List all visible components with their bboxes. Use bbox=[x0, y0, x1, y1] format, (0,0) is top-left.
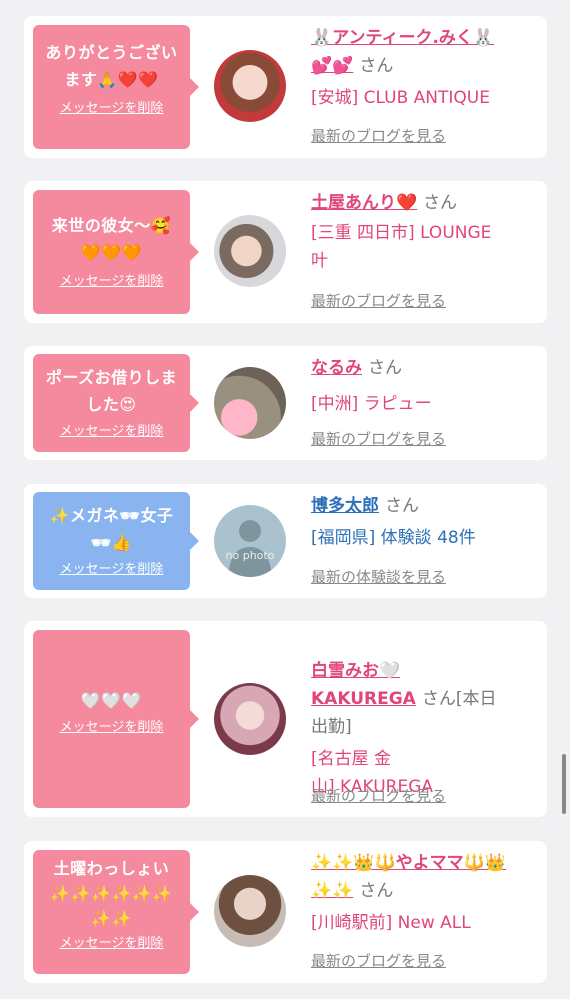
name-line: ✨✨👑🔱やよママ🔱👑 ✨✨ さん bbox=[311, 849, 536, 905]
latest-review-link[interactable]: 最新の体験談を見る bbox=[311, 566, 446, 587]
profile-info: 白雪みお🤍 KAKUREGA さん[本日 出勤] [名古屋 金 山] KAKURE… bbox=[311, 629, 536, 801]
message-card: ポーズお借りしま した😍 メッセージを削除 なるみ さん [中洲] ラピュー 最新… bbox=[24, 346, 547, 460]
profile-info: ✨✨👑🔱やよママ🔱👑 ✨✨ さん [川崎駅前] New ALL bbox=[311, 849, 536, 937]
profile-info: 博多太郎 さん [福岡県] 体験談 48件 bbox=[311, 492, 536, 552]
name-line: なるみ さん bbox=[311, 354, 536, 382]
message-bubble: ありがとうござい ます🙏❤️❤️ メッセージを削除 bbox=[33, 25, 199, 149]
message-bubble: ✨メガネ🕶女子 🕶👍 メッセージを削除 bbox=[33, 492, 199, 590]
delete-message-link[interactable]: メッセージを削除 bbox=[60, 97, 164, 116]
message-card: 🤍🤍🤍 メッセージを削除 白雪みお🤍 KAKUREGA さん[本日 出勤] [名古… bbox=[24, 621, 547, 817]
scrollbar[interactable] bbox=[562, 754, 566, 814]
message-bubble: 土曜わっしょい ✨✨✨✨✨✨ ✨✨ メッセージを削除 bbox=[33, 850, 199, 974]
name-line: 博多太郎 さん bbox=[311, 492, 536, 520]
avatar[interactable] bbox=[214, 683, 286, 755]
delete-message-link[interactable]: メッセージを削除 bbox=[60, 932, 164, 951]
no-photo-silhouette-icon bbox=[228, 520, 272, 577]
avatar[interactable]: no photo bbox=[214, 505, 286, 577]
san-label: さん bbox=[423, 193, 458, 213]
message-bubble: 🤍🤍🤍 メッセージを削除 bbox=[33, 630, 199, 808]
avatar[interactable] bbox=[214, 50, 286, 122]
latest-blog-link[interactable]: 最新のブログを見る bbox=[311, 785, 446, 806]
avatar[interactable] bbox=[214, 875, 286, 947]
profile-info: 土屋あんり❤️ さん [三重 四日市] LOUNGE 叶 bbox=[311, 189, 536, 275]
latest-blog-link[interactable]: 最新のブログを見る bbox=[311, 950, 446, 971]
shop-label: [川崎駅前] New ALL bbox=[311, 913, 471, 933]
profile-info: 🐰アンティーク.みく🐰 💕💕 さん [安城] CLUB ANTIQUE bbox=[311, 24, 536, 112]
san-label: さん bbox=[368, 358, 402, 378]
profile-name-link[interactable]: 白雪みお🤍 KAKUREGA bbox=[311, 661, 416, 709]
latest-blog-link[interactable]: 最新のブログを見る bbox=[311, 290, 446, 311]
profile-name-link[interactable]: 土屋あんり❤️ bbox=[311, 193, 417, 213]
avatar[interactable] bbox=[214, 367, 286, 439]
message-card: ✨メガネ🕶女子 🕶👍 メッセージを削除 no photo 博多太郎 さん [福岡県… bbox=[24, 484, 547, 598]
profile-info: なるみ さん [中洲] ラピュー bbox=[311, 354, 536, 418]
profile-name-link[interactable]: 🐰アンティーク.みく🐰 💕💕 bbox=[311, 28, 494, 76]
latest-blog-link[interactable]: 最新のブログを見る bbox=[311, 428, 446, 449]
message-bubble: ポーズお借りしま した😍 メッセージを削除 bbox=[33, 354, 199, 452]
shop-label: [福岡県] 体験談 48件 bbox=[311, 528, 476, 548]
shop-label: [三重 四日市] LOUNGE 叶 bbox=[311, 223, 492, 271]
profile-name-link[interactable]: なるみ bbox=[311, 358, 362, 378]
message-bubble: 来世の彼女〜🥰 🧡🧡🧡 メッセージを削除 bbox=[33, 190, 199, 314]
san-label: さん bbox=[359, 881, 394, 901]
message-card: ありがとうござい ます🙏❤️❤️ メッセージを削除 🐰アンティーク.みく🐰 💕💕… bbox=[24, 16, 547, 158]
no-photo-label: no photo bbox=[225, 549, 275, 562]
name-line: 🐰アンティーク.みく🐰 💕💕 さん bbox=[311, 24, 536, 80]
delete-message-link[interactable]: メッセージを削除 bbox=[60, 558, 164, 577]
message-text: 土曜わっしょい ✨✨✨✨✨✨ ✨✨ bbox=[50, 859, 173, 928]
latest-blog-link[interactable]: 最新のブログを見る bbox=[311, 125, 446, 146]
shop-label: [中洲] ラピュー bbox=[311, 394, 432, 414]
shop-label: [安城] CLUB ANTIQUE bbox=[311, 88, 490, 108]
message-card: 土曜わっしょい ✨✨✨✨✨✨ ✨✨ メッセージを削除 ✨✨👑🔱やよママ🔱👑 ✨✨… bbox=[24, 841, 547, 983]
san-label: さん bbox=[385, 496, 419, 516]
message-text: ポーズお借りしま した😍 bbox=[45, 368, 178, 414]
name-line: 土屋あんり❤️ さん bbox=[311, 189, 536, 217]
delete-message-link[interactable]: メッセージを削除 bbox=[60, 420, 164, 439]
message-card: 来世の彼女〜🥰 🧡🧡🧡 メッセージを削除 土屋あんり❤️ さん [三重 四日市] … bbox=[24, 181, 547, 323]
message-text: ✨メガネ🕶女子 🕶👍 bbox=[49, 506, 174, 552]
message-text: 来世の彼女〜🥰 🧡🧡🧡 bbox=[51, 216, 172, 262]
avatar[interactable] bbox=[214, 215, 286, 287]
profile-name-link[interactable]: ✨✨👑🔱やよママ🔱👑 ✨✨ bbox=[311, 853, 506, 901]
name-line: 白雪みお🤍 KAKUREGA さん[本日 出勤] bbox=[311, 629, 536, 741]
message-text: 🤍🤍🤍 bbox=[80, 691, 143, 710]
profile-name-link[interactable]: 博多太郎 bbox=[311, 496, 379, 516]
delete-message-link[interactable]: メッセージを削除 bbox=[60, 716, 164, 735]
message-text: ありがとうござい ます🙏❤️❤️ bbox=[45, 43, 178, 89]
san-label: さん bbox=[359, 56, 394, 76]
delete-message-link[interactable]: メッセージを削除 bbox=[60, 270, 164, 289]
